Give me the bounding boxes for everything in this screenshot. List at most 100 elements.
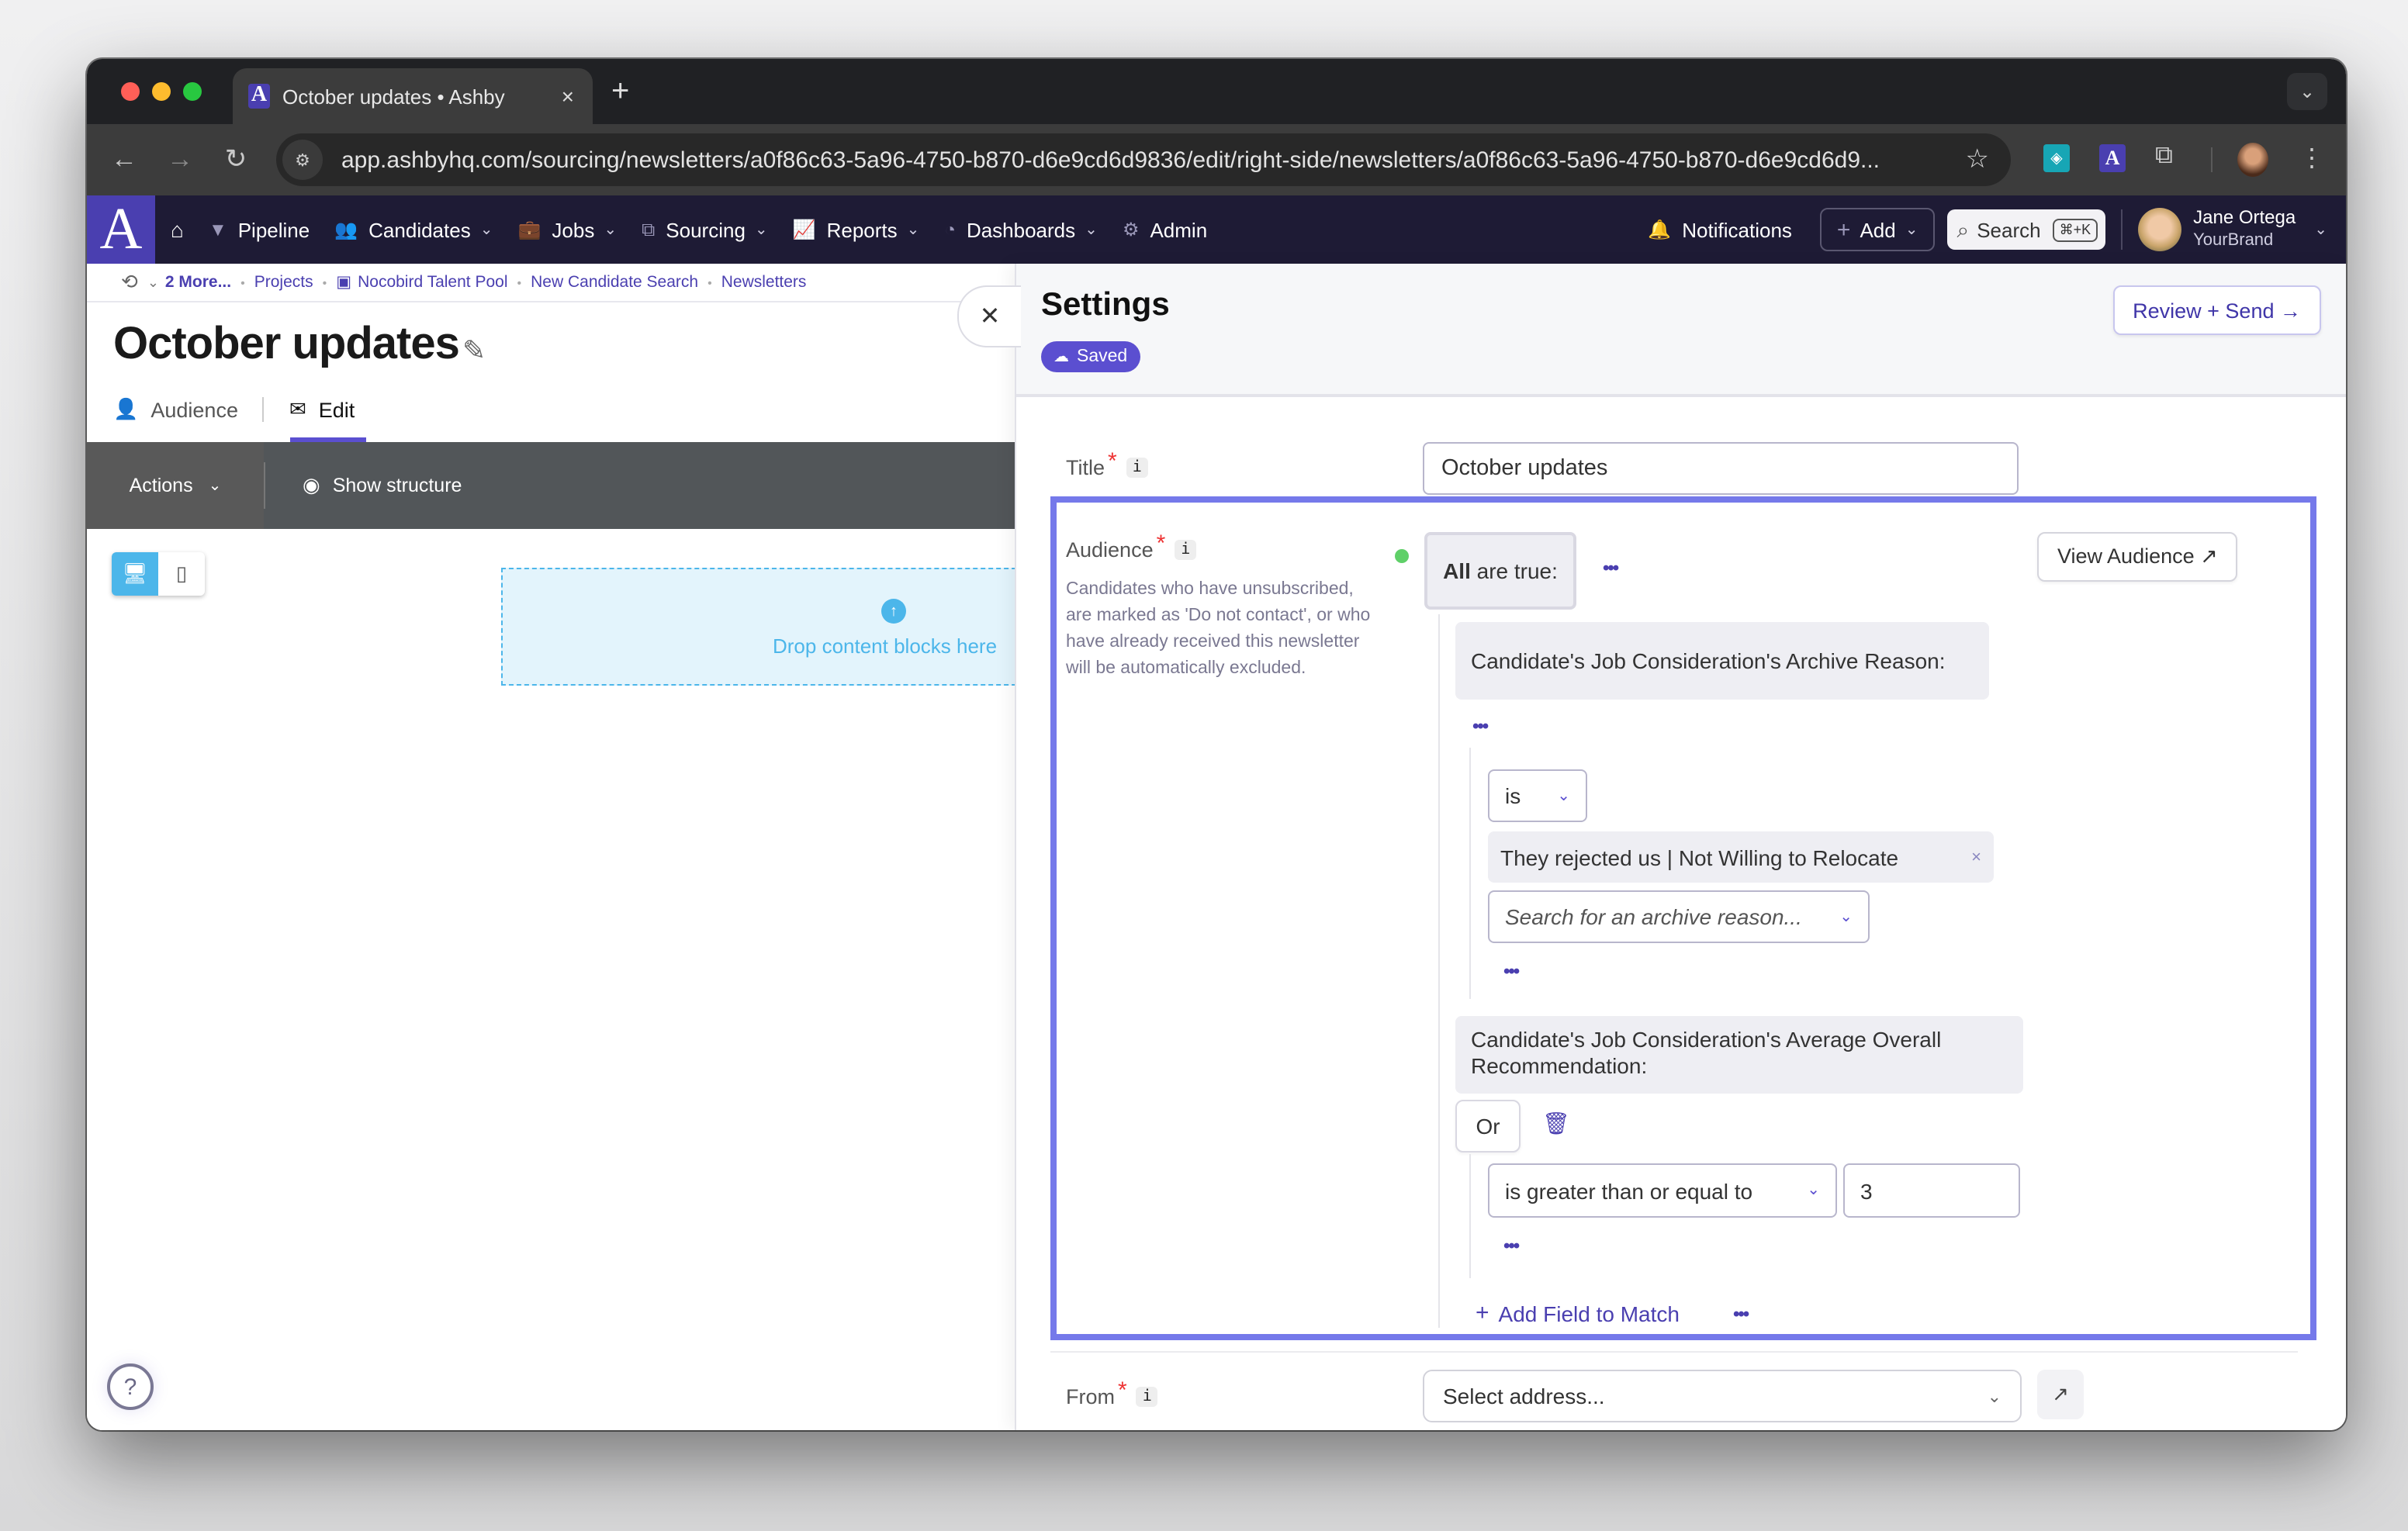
match-mode-rest: are true: xyxy=(1470,558,1558,583)
nav-jobs[interactable]: 💼 Jobs ⌄ xyxy=(518,218,618,241)
more-options-icon[interactable]: ••• xyxy=(1472,715,1489,737)
or-logic-button[interactable]: Or xyxy=(1455,1100,1521,1153)
more-options-icon[interactable]: ••• xyxy=(1733,1303,1749,1325)
chevron-down-icon: ⌄ xyxy=(754,221,768,238)
eye-icon: ◉ xyxy=(303,473,320,496)
condition-field-archive-reason[interactable]: Candidate's Job Consideration's Archive … xyxy=(1455,622,1989,700)
tab-search-chevron-icon[interactable]: ⌄ xyxy=(2287,73,2327,110)
breadcrumb-projects[interactable]: Projects xyxy=(254,273,313,292)
reload-icon[interactable]: ↻ xyxy=(208,144,264,175)
external-link-icon[interactable]: ↗ xyxy=(2037,1370,2084,1419)
extensions-puzzle-icon[interactable]: ⧉ xyxy=(2155,143,2181,171)
more-options-icon[interactable]: ••• xyxy=(1503,1235,1520,1256)
trash-icon[interactable]: 🗑 xyxy=(1542,1111,1570,1137)
content-dropzone[interactable]: ↑ Drop content blocks here xyxy=(501,568,1032,686)
browser-profile-avatar[interactable] xyxy=(2237,143,2268,177)
close-panel-button[interactable]: ✕ xyxy=(957,285,1021,347)
app-navigation: A ⌂ ▼ Pipeline 👥 Candidates ⌄ 💼 Jobs ⌄ ⧉… xyxy=(87,195,2346,264)
toolbar-divider xyxy=(2211,147,2213,172)
tab-edit[interactable]: ✉ Edit xyxy=(289,397,355,422)
more-options-icon[interactable]: ••• xyxy=(1603,557,1619,579)
nav-dashboards[interactable]: ◔ Dashboards ⌄ xyxy=(944,218,1098,241)
extension-icon[interactable]: ◈ xyxy=(2043,144,2070,172)
breadcrumb-candidate-search[interactable]: New Candidate Search xyxy=(531,273,698,292)
device-preview-toggle: 🖥 ▯ xyxy=(112,552,205,596)
desktop-monitor-icon[interactable]: 🖥 xyxy=(112,552,158,596)
forward-arrow-icon[interactable]: → xyxy=(152,144,208,175)
recommendation-value-input[interactable]: 3 xyxy=(1843,1163,2020,1218)
chevron-down-icon: ⌄ xyxy=(906,221,920,238)
chip-label: They rejected us | Not Willing to Reloca… xyxy=(1500,845,1899,869)
address-bar[interactable]: ⚙ app.ashbyhq.com/sourcing/newsletters/a… xyxy=(276,133,2011,186)
audience-section: Audience * i Candidates who have unsubsc… xyxy=(1057,503,2310,1334)
dropzone-text: Drop content blocks here xyxy=(773,634,998,658)
saved-badge: ☁ Saved xyxy=(1041,341,1140,372)
operator-select[interactable]: is ⌄ xyxy=(1488,769,1587,822)
arrow-up-circle-icon: ↑ xyxy=(881,599,906,624)
minimize-window-button[interactable] xyxy=(152,82,171,101)
nav-admin[interactable]: ⚙ Admin xyxy=(1123,218,1207,241)
nav-divider xyxy=(2120,209,2123,250)
saved-label: Saved xyxy=(1077,347,1128,366)
pencil-edit-icon[interactable]: ✎ xyxy=(462,335,486,368)
section-divider xyxy=(1050,1351,2298,1353)
toolbar-divider xyxy=(264,462,265,509)
avatar[interactable] xyxy=(2137,208,2181,251)
match-mode-button[interactable]: All are true: xyxy=(1424,532,1576,610)
chevron-down-icon[interactable]: ⌄ xyxy=(2314,221,2327,238)
help-question-icon[interactable]: ? xyxy=(107,1363,154,1410)
title-input[interactable]: October updates xyxy=(1423,442,2019,495)
breadcrumb-separator: • xyxy=(240,275,245,289)
review-send-button[interactable]: Review + Send → xyxy=(2112,285,2321,335)
close-tab-icon[interactable]: × xyxy=(562,84,574,109)
archive-reason-search[interactable]: Search for an archive reason... ⌄ xyxy=(1488,890,1870,943)
home-icon[interactable]: ⌂ xyxy=(171,217,184,242)
ashby-logo[interactable]: A xyxy=(87,195,155,264)
history-icon[interactable]: ⟲ xyxy=(121,270,138,295)
comparison-operator-select[interactable]: is greater than or equal to ⌄ xyxy=(1488,1163,1837,1218)
reports-chart-icon: 📈 xyxy=(792,219,816,240)
breadcrumb-talent-pool[interactable]: Nocobird Talent Pool xyxy=(358,273,507,292)
close-window-button[interactable] xyxy=(121,82,140,101)
user-menu[interactable]: Jane Ortega YourBrand xyxy=(2193,206,2296,253)
nav-candidates[interactable]: 👥 Candidates ⌄ xyxy=(334,218,493,241)
nav-pipeline[interactable]: ▼ Pipeline xyxy=(209,218,310,241)
chevron-down-icon: ⌄ xyxy=(1557,787,1570,804)
maximize-window-button[interactable] xyxy=(183,82,202,101)
chevron-down-icon: ⌄ xyxy=(604,221,618,238)
tab-audience[interactable]: 👤 Audience xyxy=(113,397,238,422)
add-field-to-match-button[interactable]: + Add Field to Match xyxy=(1476,1300,1680,1326)
info-icon[interactable]: i xyxy=(1126,458,1148,478)
add-button[interactable]: + Add ⌄ xyxy=(1819,208,1936,251)
nav-reports[interactable]: 📈 Reports ⌄ xyxy=(793,218,920,241)
from-field-label: From * i xyxy=(1066,1377,1158,1410)
newsletter-editor-pane: ⟲ ⌄ 2 More... • Projects • ▣ Nocobird Ta… xyxy=(87,264,1032,1430)
browser-tab[interactable]: A October updates • Ashby × xyxy=(233,68,593,124)
bookmark-star-icon[interactable]: ☆ xyxy=(1966,144,1990,175)
breadcrumb-more[interactable]: 2 More... xyxy=(165,273,231,292)
back-arrow-icon[interactable]: ← xyxy=(96,144,152,175)
more-options-icon[interactable]: ••• xyxy=(1503,960,1520,982)
site-info-icon[interactable]: ⚙ xyxy=(282,140,323,180)
chevron-down-icon[interactable]: ⌄ xyxy=(147,274,159,291)
chevron-down-icon: ⌄ xyxy=(1085,221,1098,238)
actions-dropdown[interactable]: Actions ⌄ xyxy=(87,442,264,529)
search-button[interactable]: ⌕ Search ⌘+K xyxy=(1947,209,2105,250)
mobile-phone-icon[interactable]: ▯ xyxy=(158,552,205,596)
plus-icon: + xyxy=(1836,216,1851,243)
nav-sourcing[interactable]: ⧉ Sourcing ⌄ xyxy=(642,218,768,241)
new-tab-button[interactable]: + xyxy=(611,74,629,110)
remove-chip-icon[interactable]: × xyxy=(1971,848,1981,866)
url-text[interactable]: app.ashbyhq.com/sourcing/newsletters/a0f… xyxy=(341,147,1966,173)
notifications-button[interactable]: 🔔 Notifications xyxy=(1648,218,1792,241)
info-icon[interactable]: i xyxy=(1136,1387,1158,1407)
browser-menu-icon[interactable]: ⋮ xyxy=(2299,143,2324,174)
view-audience-button[interactable]: View Audience ↗ xyxy=(2037,532,2238,582)
settings-header: Settings ☁ Saved Review + Send → xyxy=(1016,264,2346,397)
ashby-extension-icon[interactable]: A xyxy=(2099,144,2126,172)
breadcrumb-newsletters[interactable]: Newsletters xyxy=(721,273,807,292)
info-icon[interactable]: i xyxy=(1175,540,1197,560)
from-address-select[interactable]: Select address... ⌄ xyxy=(1423,1370,2022,1422)
show-structure-button[interactable]: ◉ Show structure xyxy=(303,473,462,498)
condition-field-avg-recommendation[interactable]: Candidate's Job Consideration's Average … xyxy=(1455,1016,2023,1094)
